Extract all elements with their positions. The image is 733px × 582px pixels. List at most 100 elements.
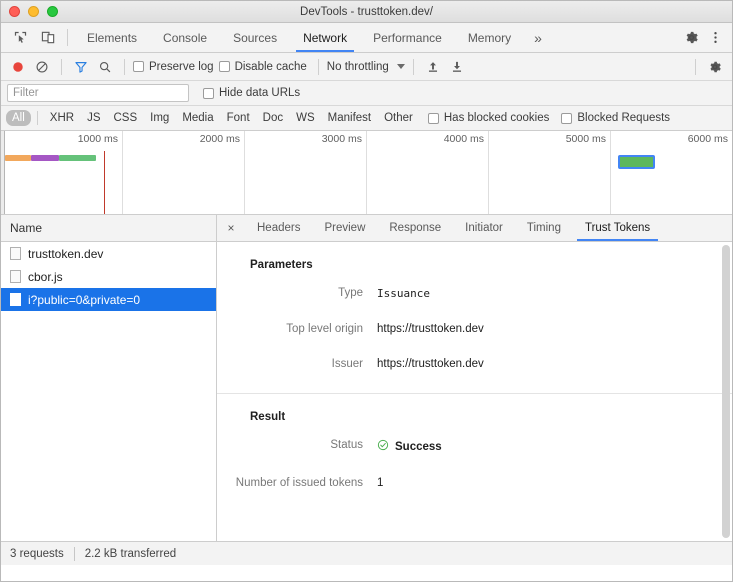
search-icon[interactable] xyxy=(94,56,116,78)
request-name: trusttoken.dev xyxy=(28,246,104,261)
more-tabs-button[interactable]: » xyxy=(524,23,552,52)
detail-scrollbar[interactable] xyxy=(722,245,730,538)
filter-icon[interactable] xyxy=(70,56,92,78)
filter-input[interactable]: Filter xyxy=(7,84,189,102)
tab-elements[interactable]: Elements xyxy=(74,23,150,52)
network-settings-gear-icon[interactable] xyxy=(704,56,726,78)
overview-tick-label: 2000 ms xyxy=(199,133,240,145)
more-options-icon[interactable] xyxy=(704,27,726,49)
hide-data-urls-checkbox[interactable]: Hide data URLs xyxy=(203,87,300,99)
type-filter-all[interactable]: All xyxy=(6,110,31,126)
result-row-status: Status Success xyxy=(217,439,732,454)
request-row-cbor-js[interactable]: cbor.js xyxy=(1,265,216,288)
request-list-items: trusttoken.dev cbor.js i?public=0&privat… xyxy=(1,242,216,541)
tab-memory-label: Memory xyxy=(467,30,512,45)
status-text: Success xyxy=(395,440,442,453)
detail-tab-headers[interactable]: Headers xyxy=(245,215,312,241)
preserve-log-checkbox[interactable]: Preserve log xyxy=(133,61,214,73)
request-list-header[interactable]: Name xyxy=(1,215,216,242)
type-filter-divider xyxy=(36,111,38,125)
close-window-button[interactable] xyxy=(9,6,20,17)
tab-performance[interactable]: Performance xyxy=(360,23,455,52)
disable-cache-checkbox[interactable]: Disable cache xyxy=(218,61,307,73)
blocked-requests-label: Blocked Requests xyxy=(577,112,671,124)
filter-row: Filter Hide data URLs xyxy=(1,81,732,106)
throttling-dropdown[interactable]: No throttling xyxy=(327,61,405,73)
parameter-value: https://trusttoken.dev xyxy=(377,358,484,370)
chevron-down-icon xyxy=(396,64,405,69)
type-filter-media[interactable]: Media xyxy=(176,110,219,126)
detail-tab-timing[interactable]: Timing xyxy=(515,215,573,241)
disable-cache-box xyxy=(218,61,230,72)
parameter-value: Issuance xyxy=(377,287,430,300)
import-har-icon[interactable] xyxy=(422,56,444,78)
parameters-section: Parameters Type Issuance Top level origi… xyxy=(217,242,732,370)
close-detail-icon[interactable]: × xyxy=(217,215,245,241)
overview-tick-label: 4000 ms xyxy=(443,133,484,145)
blocked-requests-box xyxy=(561,112,573,124)
overview-tick-3000: 3000 ms xyxy=(245,131,367,214)
resource-type-filters: All XHR JS CSS Img Media Font Doc WS Man… xyxy=(1,106,732,131)
type-filter-other[interactable]: Other xyxy=(378,110,419,126)
document-icon xyxy=(10,247,21,260)
type-filter-img[interactable]: Img xyxy=(144,110,175,126)
overview-load-event-line xyxy=(104,151,105,214)
tab-network[interactable]: Network xyxy=(290,23,360,52)
network-status-bar: 3 requests 2.2 kB transferred xyxy=(1,541,732,565)
overview-tick-2000: 2000 ms xyxy=(123,131,245,214)
type-filter-js[interactable]: JS xyxy=(81,110,106,126)
request-row-issuance[interactable]: i?public=0&private=0 xyxy=(1,288,216,311)
type-filter-manifest[interactable]: Manifest xyxy=(322,110,377,126)
device-toolbar-icon[interactable] xyxy=(37,27,59,49)
clear-button[interactable] xyxy=(31,56,53,78)
maximize-window-button[interactable] xyxy=(47,6,58,17)
parameter-row-top-level-origin: Top level origin https://trusttoken.dev xyxy=(217,323,732,335)
request-count: 3 requests xyxy=(10,547,64,560)
network-overview-timeline[interactable]: 1000 ms 2000 ms 3000 ms 4000 ms 5000 ms … xyxy=(1,131,732,215)
inspect-element-icon[interactable] xyxy=(9,27,31,49)
blocked-requests-checkbox[interactable]: Blocked Requests xyxy=(561,112,670,124)
has-blocked-cookies-checkbox[interactable]: Has blocked cookies xyxy=(427,112,549,124)
type-filter-xhr[interactable]: XHR xyxy=(44,110,80,126)
type-filter-css[interactable]: CSS xyxy=(107,110,143,126)
document-icon xyxy=(10,270,21,283)
detail-tab-initiator[interactable]: Initiator xyxy=(453,215,515,241)
toolbar-divider-5 xyxy=(695,58,696,75)
parameter-value: https://trusttoken.dev xyxy=(377,323,484,335)
request-name: i?public=0&private=0 xyxy=(28,292,141,307)
devtools-window: DevTools - trusttoken.dev/ Elements Cons… xyxy=(0,0,733,582)
result-value: 1 xyxy=(377,477,384,489)
check-circle-icon xyxy=(377,439,389,454)
type-filter-font[interactable]: Font xyxy=(221,110,256,126)
minimize-window-button[interactable] xyxy=(28,6,39,17)
type-filter-doc[interactable]: Doc xyxy=(257,110,289,126)
request-row-trusttoken-dev[interactable]: trusttoken.dev xyxy=(1,242,216,265)
overview-selected-request-bar[interactable] xyxy=(618,155,655,169)
type-filter-ws[interactable]: WS xyxy=(290,110,321,126)
detail-tab-preview[interactable]: Preview xyxy=(312,215,377,241)
status-divider xyxy=(73,546,75,561)
parameter-key: Type xyxy=(338,287,363,299)
tab-sources[interactable]: Sources xyxy=(220,23,290,52)
settings-gear-icon[interactable] xyxy=(680,27,702,49)
tab-sources-label: Sources xyxy=(233,30,278,45)
detail-tab-trust-tokens[interactable]: Trust Tokens xyxy=(573,215,662,241)
record-button[interactable] xyxy=(7,56,29,78)
column-header-name: Name xyxy=(10,221,43,235)
overview-tick-6000: 6000 ms xyxy=(611,131,732,214)
tab-memory[interactable]: Memory xyxy=(455,23,524,52)
toolbar-divider-1 xyxy=(61,58,62,75)
tabbar-left-icons xyxy=(1,23,63,52)
window-title: DevTools - trusttoken.dev/ xyxy=(300,5,433,18)
detail-tab-response[interactable]: Response xyxy=(377,215,453,241)
tab-console[interactable]: Console xyxy=(150,23,220,52)
overview-bar-green xyxy=(59,155,96,161)
tab-performance-label: Performance xyxy=(373,30,442,45)
preserve-log-label: Preserve log xyxy=(149,60,214,73)
parameter-row-type: Type Issuance xyxy=(217,287,732,300)
devtools-tabs: Elements Console Sources Network Perform… xyxy=(74,23,667,52)
tab-console-label: Console xyxy=(163,30,208,45)
filter-placeholder: Filter xyxy=(13,87,39,99)
hide-data-urls-box xyxy=(203,87,214,99)
export-har-icon[interactable] xyxy=(446,56,468,78)
